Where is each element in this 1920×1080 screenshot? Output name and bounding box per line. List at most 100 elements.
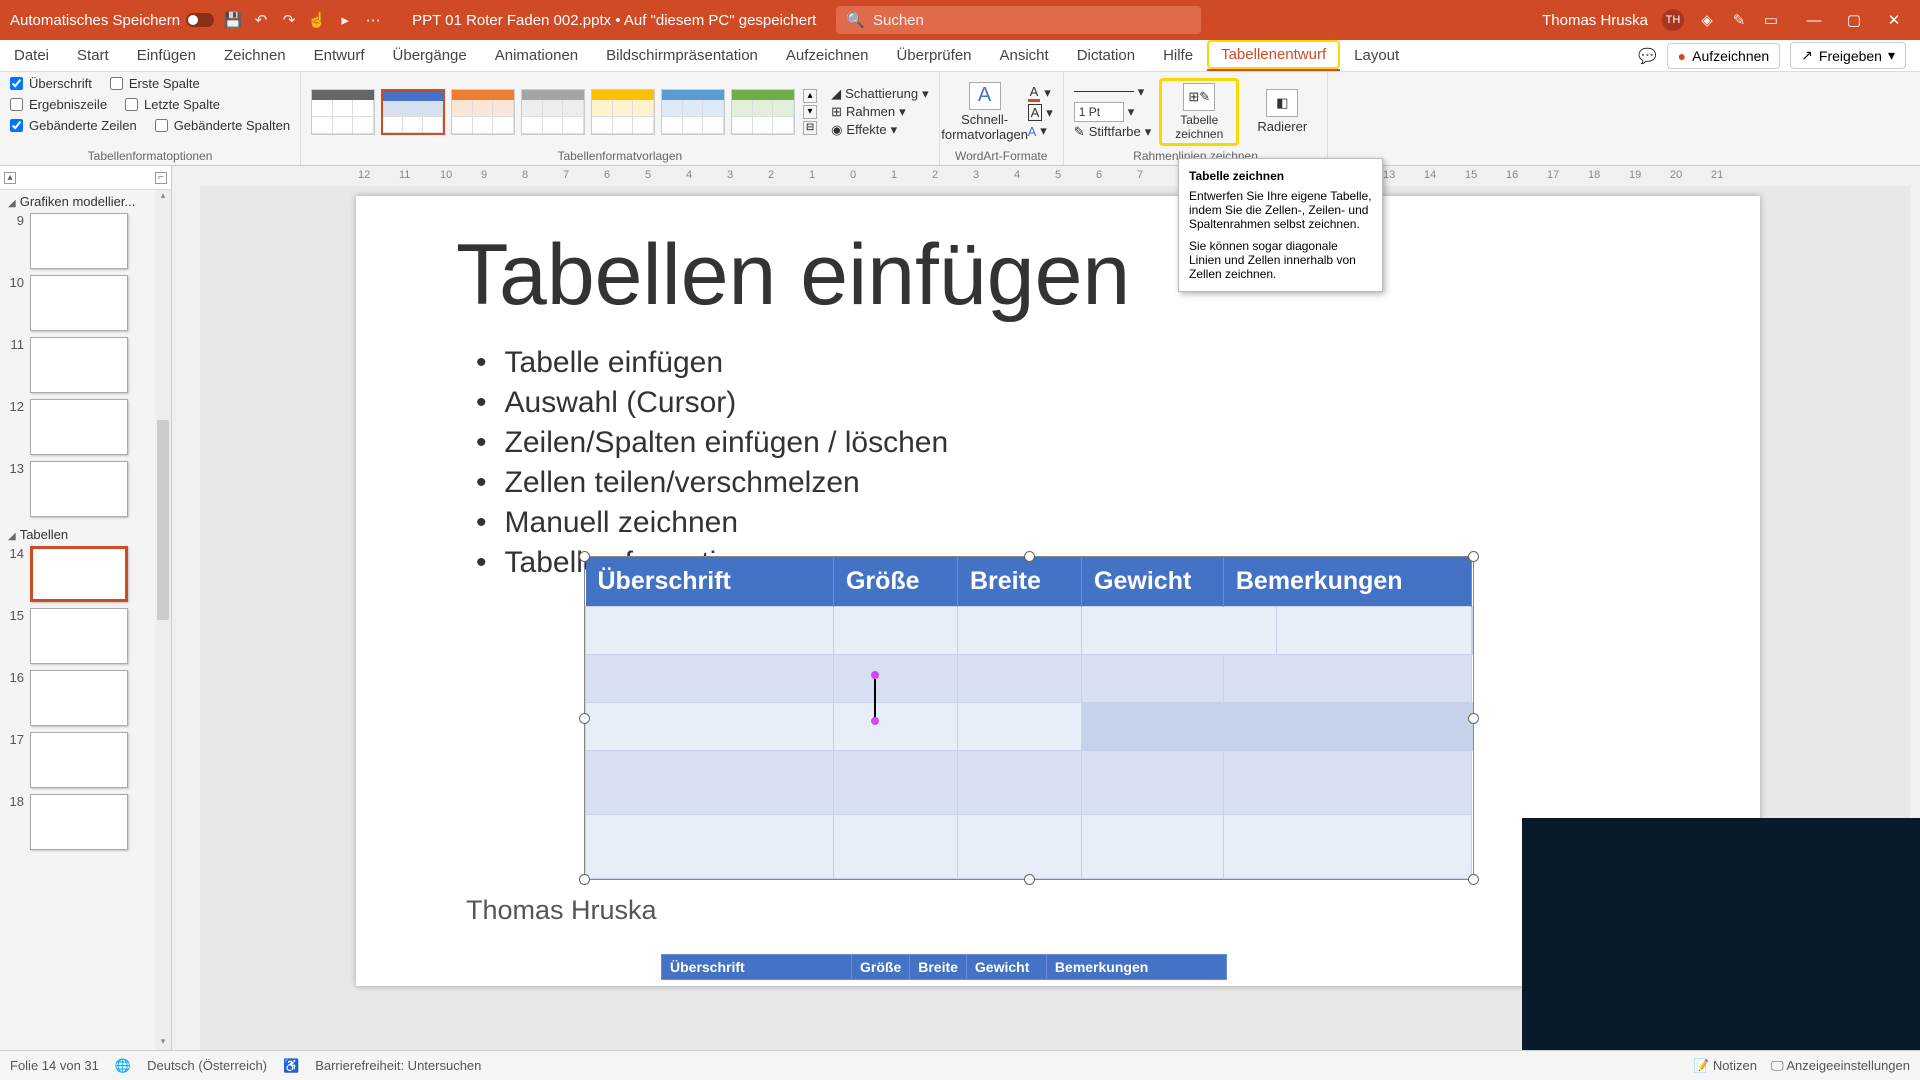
record-label: Aufzeichnen xyxy=(1692,48,1769,64)
effects-button[interactable]: ◉Effekte▾ xyxy=(831,122,929,138)
draw-table-button[interactable]: ⊞✎ Tabelle zeichnen xyxy=(1164,83,1234,141)
minimize-button[interactable]: — xyxy=(1794,0,1834,40)
document-title[interactable]: PPT 01 Roter Faden 002.pptx • Auf "diese… xyxy=(412,12,816,29)
gallery-more[interactable]: ▴ ▾ ⊟ xyxy=(803,89,817,135)
chk-firstcol[interactable]: Erste Spalte xyxy=(110,76,200,91)
comments-icon[interactable]: 💬 xyxy=(1639,47,1657,65)
shading-button[interactable]: ◢Schattierung▾ xyxy=(831,86,929,102)
save-icon[interactable]: 💾 xyxy=(224,11,242,29)
autosave-label: Automatisches Speichern xyxy=(10,12,180,29)
tab-ansicht[interactable]: Ansicht xyxy=(986,40,1063,71)
eraser-button[interactable]: ◧ Radierer xyxy=(1247,89,1317,134)
tab-zeichnen[interactable]: Zeichnen xyxy=(210,40,300,71)
tab-tabellenentwurf[interactable]: Tabellenentwurf xyxy=(1207,40,1340,71)
panel-head: ▴ ⌐ xyxy=(0,166,171,190)
pen-weight[interactable]: 1 Pt▾ xyxy=(1074,102,1151,122)
slide-thumb[interactable]: 16 xyxy=(6,670,155,726)
panel-scrollbar[interactable]: ▴ ▾ xyxy=(155,190,171,1050)
tab-start[interactable]: Start xyxy=(63,40,123,71)
chk-total[interactable]: Ergebniszeile xyxy=(10,97,107,112)
slide-thumb[interactable]: 18 xyxy=(6,794,155,850)
text-fill[interactable]: A▾ xyxy=(1028,84,1053,102)
text-effects[interactable]: A▾ xyxy=(1028,123,1053,139)
slide-thumb[interactable]: 15 xyxy=(6,608,155,664)
undo-icon[interactable]: ↶ xyxy=(252,11,270,29)
slide-thumb[interactable]: 13 xyxy=(6,461,155,517)
slide-bullets[interactable]: Tabelle einfügenAuswahl (Cursor)Zeilen/S… xyxy=(476,346,948,586)
autosave-toggle[interactable]: Automatisches Speichern xyxy=(10,12,214,29)
selection-handle[interactable] xyxy=(1024,874,1035,885)
style-thumb[interactable] xyxy=(311,89,375,135)
tab-datei[interactable]: Datei xyxy=(0,40,63,71)
chk-banded-cols[interactable]: Gebänderte Spalten xyxy=(155,118,290,133)
tab-einfuegen[interactable]: Einfügen xyxy=(123,40,210,71)
ruler-tab-icon[interactable]: ⌐ xyxy=(155,172,167,184)
style-thumb[interactable] xyxy=(661,89,725,135)
search-input[interactable]: 🔍 Suchen xyxy=(836,6,1201,34)
selection-handle[interactable] xyxy=(1468,713,1479,724)
close-button[interactable]: ✕ xyxy=(1874,0,1914,40)
slide-thumb[interactable]: 17 xyxy=(6,732,155,788)
chk-banded-rows[interactable]: Gebänderte Zeilen xyxy=(10,118,137,133)
scrollbar-thumb[interactable] xyxy=(157,420,169,620)
selection-handle[interactable] xyxy=(579,874,590,885)
author-text[interactable]: Thomas Hruska xyxy=(466,895,657,926)
section-header[interactable]: Tabellen xyxy=(0,523,155,546)
tab-bildschirm[interactable]: Bildschirmpräsentation xyxy=(592,40,772,71)
status-lang[interactable]: Deutsch (Österreich) xyxy=(147,1058,267,1073)
chk-header[interactable]: Überschrift xyxy=(10,76,92,91)
more-icon[interactable]: ⋯ xyxy=(364,11,382,29)
redo-icon[interactable]: ↷ xyxy=(280,11,298,29)
record-button[interactable]: ●Aufzeichnen xyxy=(1667,43,1781,69)
tab-entwurf[interactable]: Entwurf xyxy=(300,40,379,71)
from-beginning-icon[interactable]: ▸ xyxy=(336,11,354,29)
style-thumb[interactable] xyxy=(521,89,585,135)
tab-layout[interactable]: Layout xyxy=(1340,40,1413,71)
slide-thumb[interactable]: 12 xyxy=(6,399,155,455)
table-header: Überschrift xyxy=(586,557,834,607)
diamond-icon[interactable]: ◈ xyxy=(1698,11,1716,29)
borders-button[interactable]: ⊞Rahmen▾ xyxy=(831,104,929,120)
chk-lastcol[interactable]: Letzte Spalte xyxy=(125,97,220,112)
window-icon[interactable]: ▭ xyxy=(1762,11,1780,29)
slide-title[interactable]: Tabellen einfügen xyxy=(456,226,1130,325)
quickstyles-button[interactable]: A Schnell- formatvorlagen xyxy=(950,82,1020,142)
section-header[interactable]: Grafiken modellier... xyxy=(0,190,155,213)
tab-hilfe[interactable]: Hilfe xyxy=(1149,40,1207,71)
user-name[interactable]: Thomas Hruska xyxy=(1542,12,1648,29)
pencil-icon[interactable]: ✎ xyxy=(1730,11,1748,29)
tab-uebergaenge[interactable]: Übergänge xyxy=(379,40,481,71)
selection-handle[interactable] xyxy=(579,713,590,724)
slide-thumb[interactable]: 10 xyxy=(6,275,155,331)
style-thumb[interactable] xyxy=(731,89,795,135)
tab-dictation[interactable]: Dictation xyxy=(1063,40,1149,71)
style-thumb[interactable] xyxy=(451,89,515,135)
share-button[interactable]: ↗Freigeben▾ xyxy=(1790,42,1906,69)
style-thumb[interactable] xyxy=(591,89,655,135)
table-object[interactable]: ÜberschriftGrößeBreiteGewichtBemerkungen xyxy=(584,556,1474,880)
selection-handle[interactable] xyxy=(1024,551,1035,562)
selection-handle[interactable] xyxy=(1468,551,1479,562)
style-thumb-selected[interactable] xyxy=(381,89,445,135)
collapse-up-icon[interactable]: ▴ xyxy=(4,172,16,184)
pen-color[interactable]: ✎Stiftfarbe▾ xyxy=(1074,124,1151,140)
maximize-button[interactable]: ▢ xyxy=(1834,0,1874,40)
notes-button[interactable]: 📝 Notizen xyxy=(1693,1058,1757,1074)
touch-icon[interactable]: ☝ xyxy=(308,11,326,29)
text-outline[interactable]: A▾ xyxy=(1028,104,1053,121)
tab-aufzeichnen[interactable]: Aufzeichnen xyxy=(772,40,883,71)
status-access[interactable]: Barrierefreiheit: Untersuchen xyxy=(315,1058,481,1073)
slide-thumb[interactable]: 9 xyxy=(6,213,155,269)
user-avatar[interactable]: TH xyxy=(1662,9,1684,31)
selection-handle[interactable] xyxy=(579,551,590,562)
selection-handle[interactable] xyxy=(1468,874,1479,885)
table-styles-gallery[interactable] xyxy=(311,89,795,135)
tab-animationen[interactable]: Animationen xyxy=(481,40,592,71)
tab-ueberpruefen[interactable]: Überprüfen xyxy=(882,40,985,71)
mini-header: Größe xyxy=(852,955,910,980)
status-slide[interactable]: Folie 14 von 31 xyxy=(10,1058,99,1073)
slide-thumb[interactable]: 14 xyxy=(6,546,155,602)
pen-style[interactable]: ▾ xyxy=(1074,84,1151,100)
display-settings[interactable]: 🖵 Anzeigeeinstellungen xyxy=(1771,1058,1910,1074)
slide-thumb[interactable]: 11 xyxy=(6,337,155,393)
